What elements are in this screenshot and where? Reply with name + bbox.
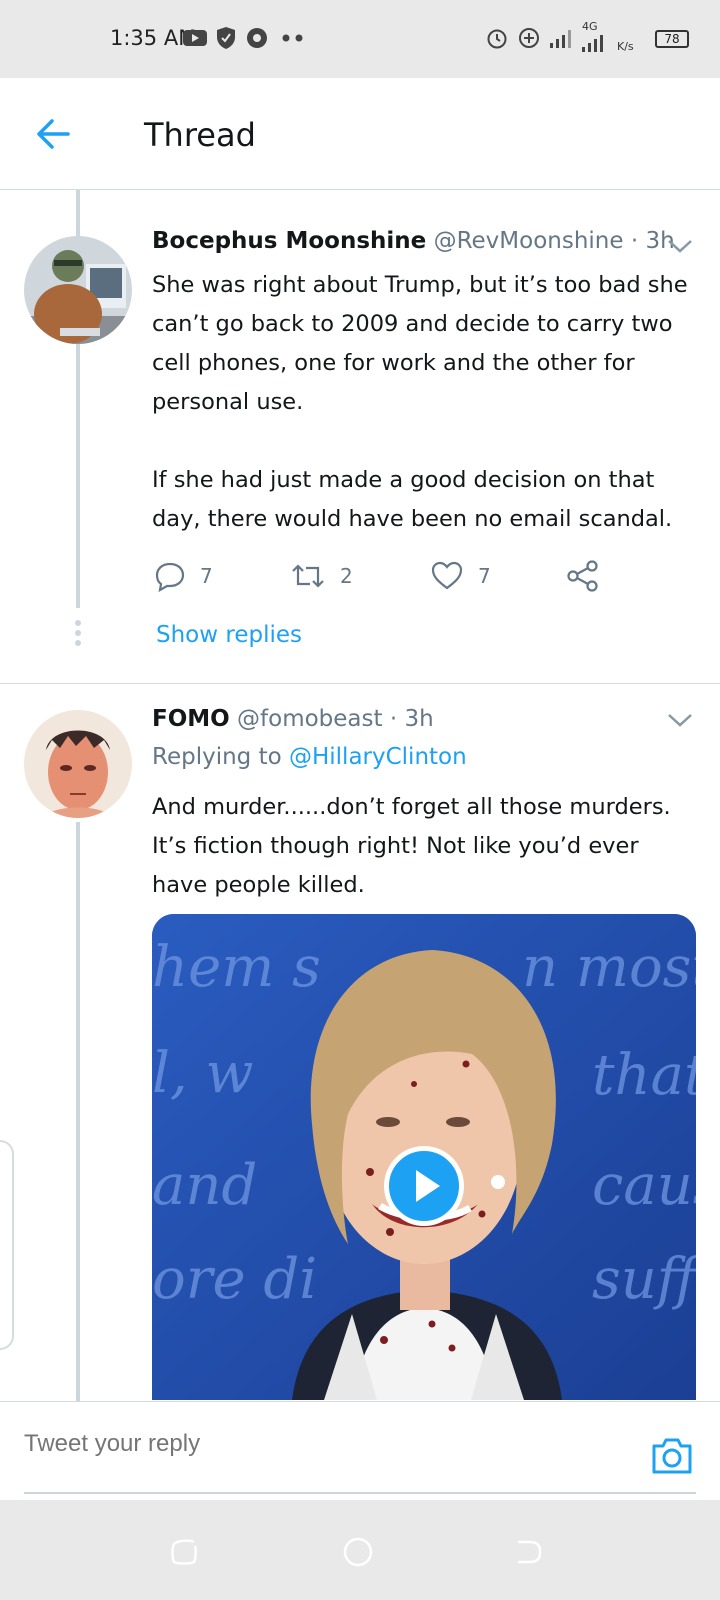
background-word: n most (522, 935, 696, 1000)
thread-line-bottom (76, 822, 80, 1402)
back-arrow-icon[interactable] (34, 114, 74, 154)
reply-underline (24, 1492, 696, 1494)
author-handle[interactable]: @RevMoonshine (434, 228, 624, 254)
replying-to-link[interactable]: @HillaryClinton (289, 744, 467, 770)
page-title: Thread (144, 116, 256, 154)
share-icon (567, 560, 598, 592)
avatar[interactable] (24, 236, 132, 344)
thread-dots (75, 620, 81, 646)
reply-button[interactable]: 7 (154, 556, 213, 596)
camera-icon[interactable] (650, 1436, 694, 1476)
avatar[interactable] (24, 710, 132, 818)
heart-icon (431, 561, 463, 590)
like-button[interactable]: 7 (430, 556, 491, 596)
like-count: 7 (478, 564, 491, 588)
play-icon (416, 1170, 440, 1202)
data-saver-icon (516, 25, 542, 51)
background-word: ore di (152, 1247, 317, 1312)
system-nav-bar (0, 1500, 720, 1600)
author-handle[interactable]: @fomobeast (237, 706, 383, 732)
reply-bar (0, 1401, 720, 1495)
signal-2-icon (580, 30, 606, 56)
video-media[interactable]: hem s n most l, w that and caus ore di s… (152, 914, 696, 1400)
network-speed: K/s (617, 40, 634, 53)
home-icon[interactable] (342, 1536, 374, 1568)
reply-input[interactable] (24, 1430, 584, 1458)
side-panel-handle[interactable] (0, 1140, 14, 1350)
tweet-text: And murder......don’t forget all those m… (152, 794, 671, 898)
chevron-down-icon[interactable] (666, 710, 694, 730)
chevron-down-icon[interactable] (666, 236, 694, 256)
alarm-icon (484, 25, 510, 51)
replying-prefix: Replying to (152, 744, 282, 770)
recent-apps-icon[interactable] (168, 1536, 200, 1568)
reply-icon (155, 562, 185, 592)
tweet-header: FOMO @fomobeast · 3h (152, 706, 434, 732)
divider (0, 683, 720, 684)
retweet-icon (292, 564, 324, 588)
tweet-actions: 7 2 7 (152, 556, 632, 596)
signal-icon (548, 25, 574, 51)
chrome-icon (244, 25, 270, 51)
share-button[interactable] (566, 556, 614, 596)
youtube-icon (182, 25, 208, 51)
tweet-text: She was right about Trump, but it’s too … (152, 272, 688, 532)
author-name[interactable]: Bocephus Moonshine (152, 228, 426, 254)
tweet-time: · 3h (389, 706, 434, 732)
background-word: that (592, 1043, 696, 1108)
play-button[interactable] (384, 1146, 464, 1226)
show-replies-link[interactable]: Show replies (156, 622, 302, 648)
background-word: hem s (152, 935, 321, 1000)
author-name[interactable]: FOMO (152, 706, 230, 732)
shield-icon (213, 25, 239, 51)
replying-to: Replying to @HillaryClinton (152, 744, 467, 770)
background-word: caus (592, 1153, 696, 1218)
battery-indicator: 78 (655, 30, 689, 48)
tweet-header: Bocephus Moonshine @RevMoonshine · 3h (152, 228, 675, 254)
background-word: l, w (152, 1041, 253, 1106)
retweet-count: 2 (340, 564, 353, 588)
reply-count: 7 (200, 564, 213, 588)
background-word: and (152, 1153, 257, 1218)
background-word: suffe (592, 1247, 696, 1312)
more-notifications-icon (280, 25, 306, 51)
app-header: Thread (0, 78, 720, 190)
status-bar: 1:35 AM 4G K/s 78 (0, 0, 720, 78)
retweet-button[interactable]: 2 (290, 556, 353, 596)
back-nav-icon[interactable] (512, 1536, 544, 1568)
